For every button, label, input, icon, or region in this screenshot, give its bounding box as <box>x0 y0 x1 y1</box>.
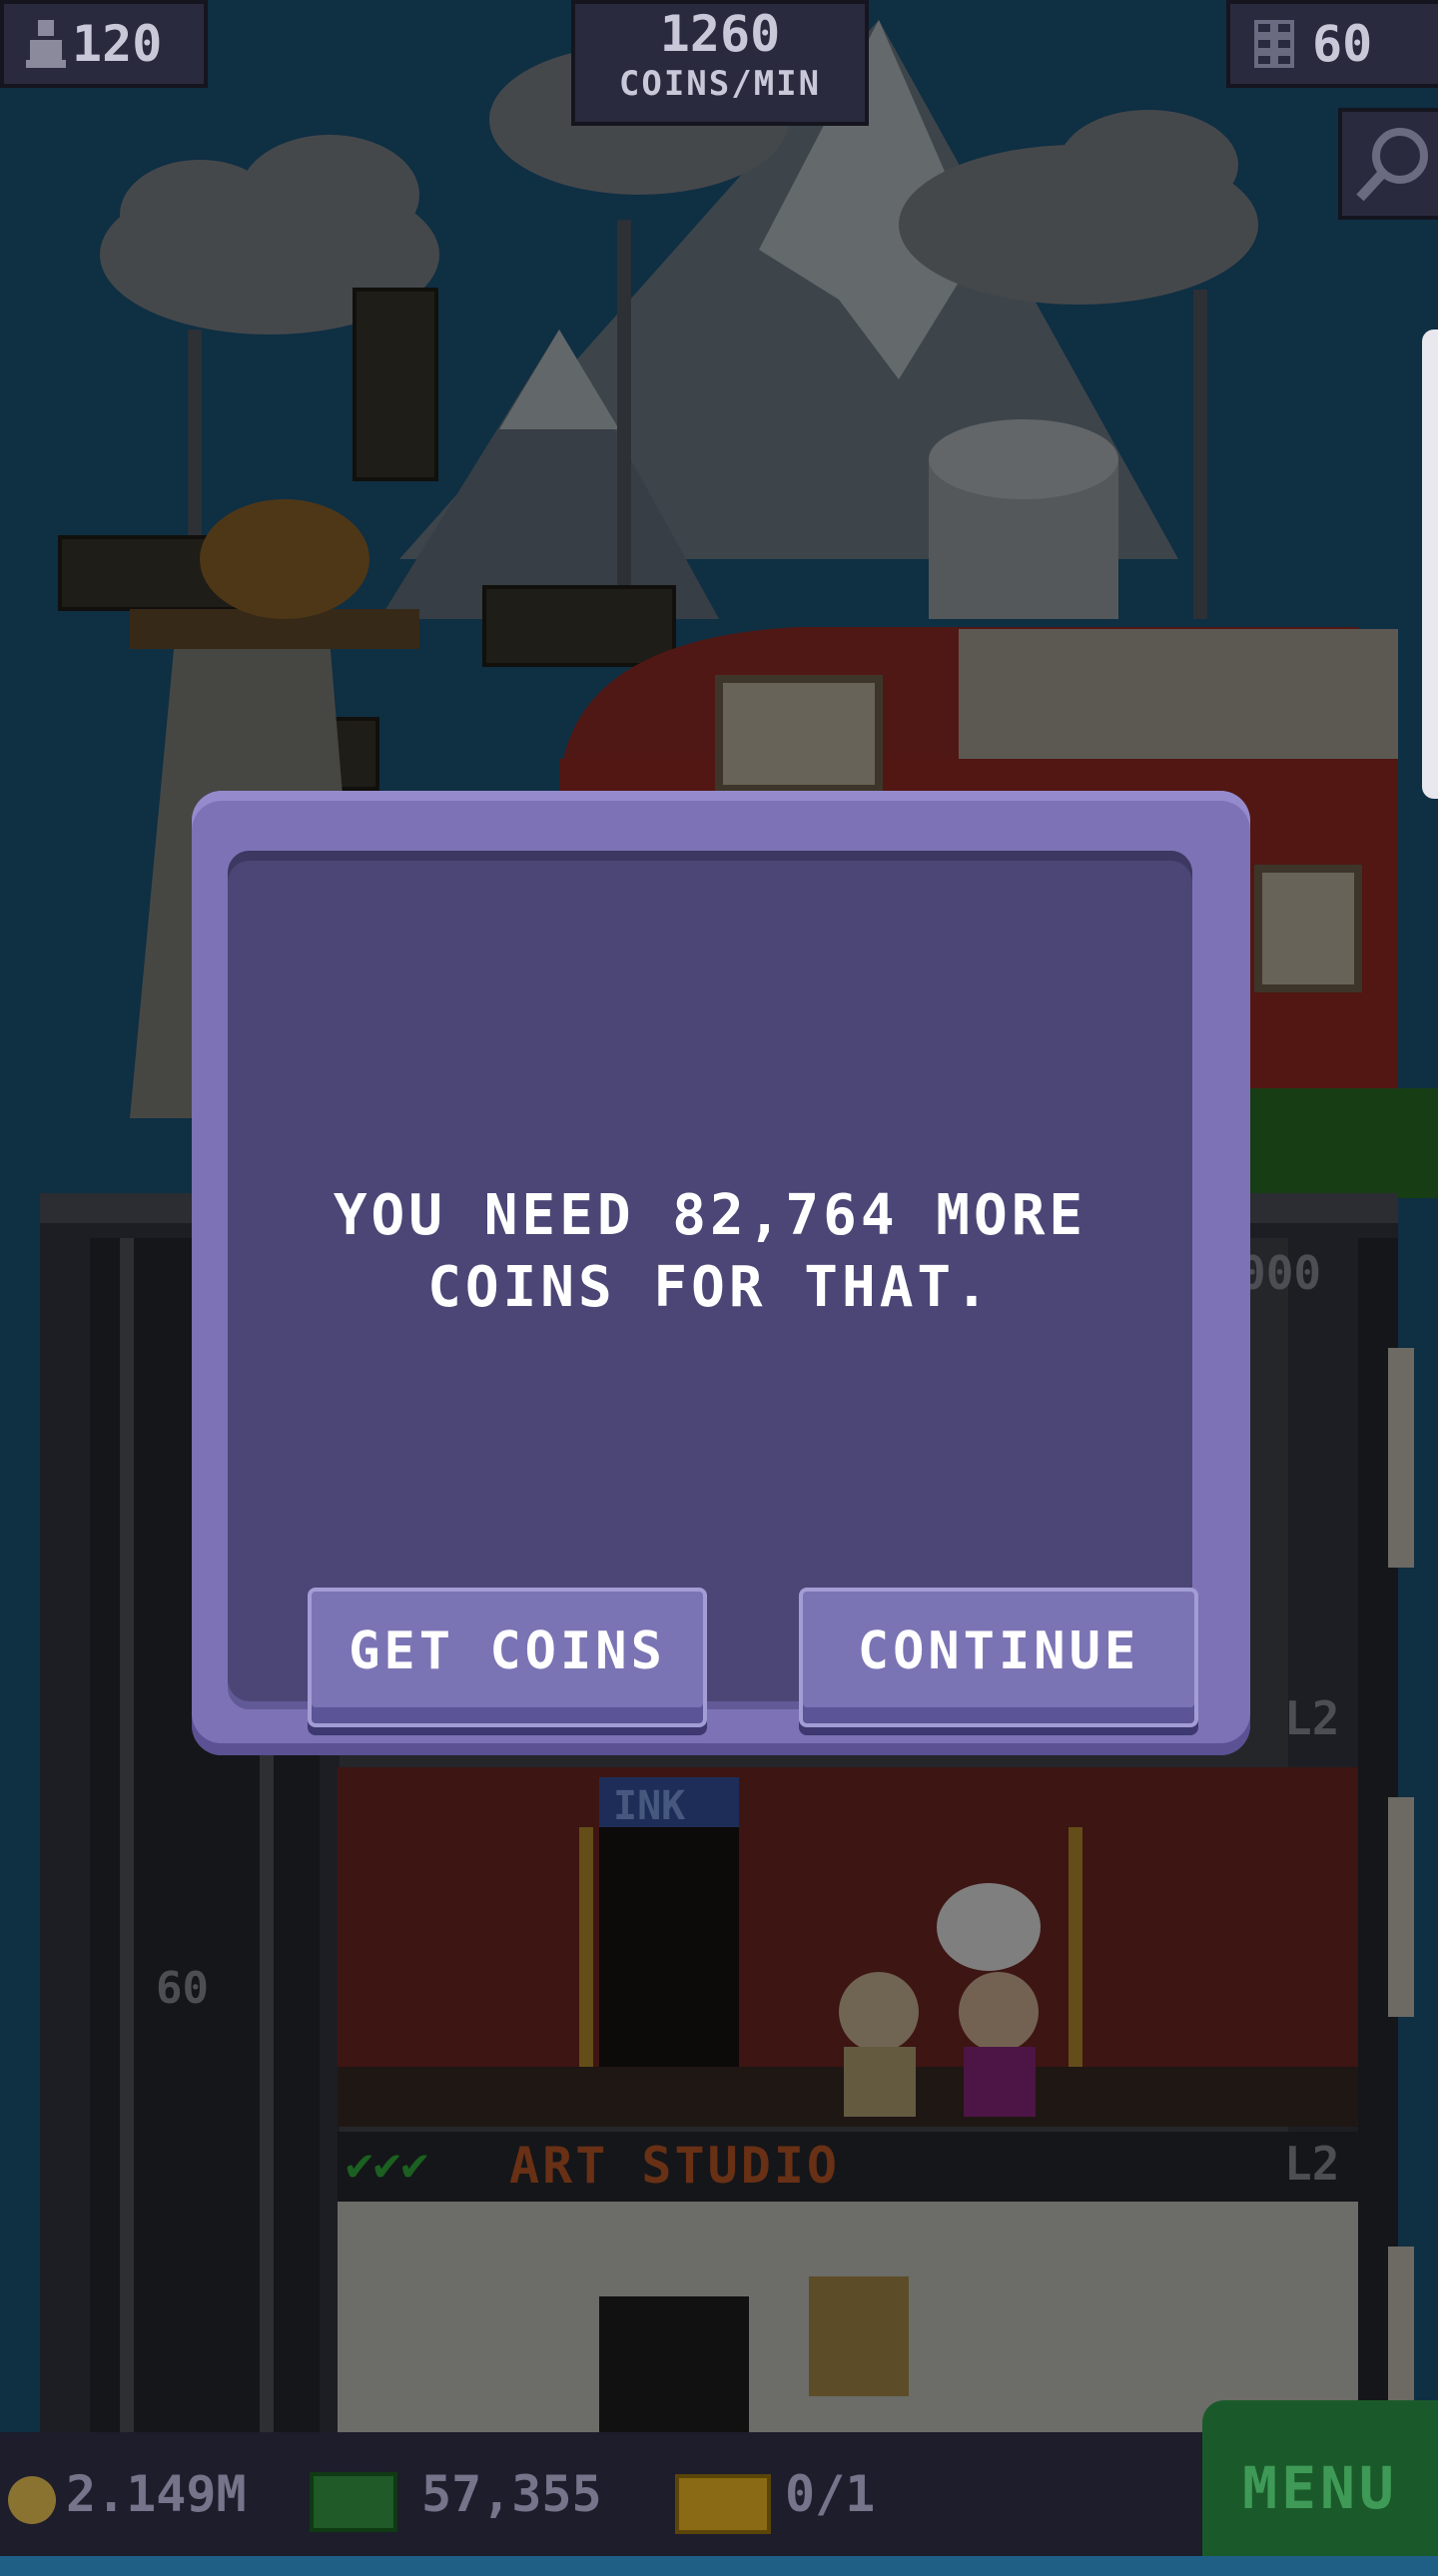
dialog-message-line1: YOU NEED 82,764 MORE <box>333 1183 1087 1248</box>
bux-balance[interactable]: 57,355 <box>421 2432 602 2556</box>
tickets-count[interactable]: 0/1 <box>785 2432 875 2556</box>
coin-icon <box>8 2476 56 2524</box>
floors-counter[interactable]: 60 <box>1226 0 1438 88</box>
dialog-message: YOU NEED 82,764 MORE COINS FOR THAT. <box>228 1180 1192 1324</box>
floors-value: 60 <box>1312 15 1373 73</box>
coins-rate-display: 1260 COINS/MIN <box>571 0 869 126</box>
population-counter[interactable]: 120 <box>0 0 208 88</box>
ticket-icon <box>675 2474 771 2534</box>
search-icon <box>1356 128 1428 202</box>
population-value: 120 <box>72 15 163 73</box>
menu-button[interactable]: MENU <box>1202 2400 1438 2556</box>
get-coins-button[interactable]: GET COINS <box>308 1588 707 1727</box>
continue-button[interactable]: CONTINUE <box>799 1588 1198 1727</box>
dialog-body: YOU NEED 82,764 MORE COINS FOR THAT. GET… <box>228 851 1198 1727</box>
insufficient-coins-dialog: YOU NEED 82,764 MORE COINS FOR THAT. GET… <box>192 791 1250 1755</box>
side-panel-tab[interactable] <box>1422 329 1438 799</box>
coins-rate-value: 1260 <box>659 5 781 63</box>
coins-balance[interactable]: 2.149M <box>66 2432 247 2556</box>
person-icon <box>26 20 66 68</box>
dialog-message-line2: COINS FOR THAT. <box>427 1255 993 1320</box>
building-icon <box>1254 20 1294 68</box>
bux-icon <box>310 2472 397 2532</box>
coins-rate-unit: COINS/MIN <box>618 64 822 104</box>
search-button[interactable] <box>1338 108 1438 220</box>
